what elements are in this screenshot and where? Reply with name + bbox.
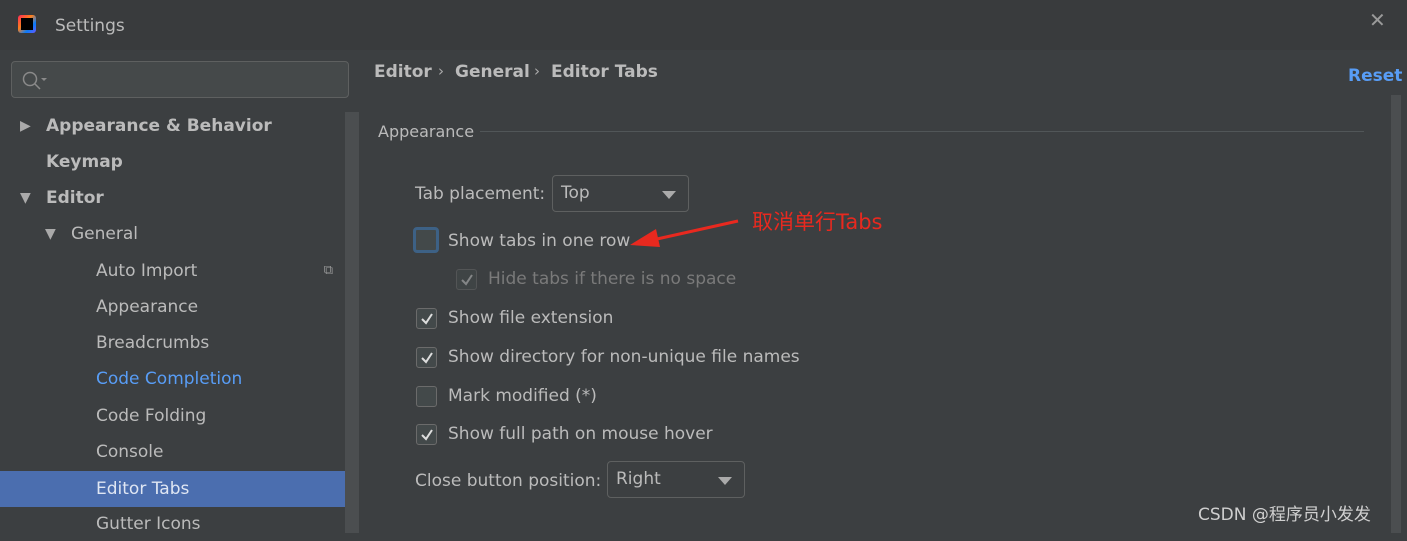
breadcrumb-separator-icon: › — [534, 62, 540, 80]
reset-link[interactable]: Reset — [1348, 66, 1402, 86]
window-title: Settings — [55, 16, 125, 36]
sidebar-item-label: Appearance & Behavior — [46, 116, 272, 136]
settings-content: Editor › General › Editor Tabs Reset App… — [360, 50, 1407, 533]
sidebar-item-label: Breadcrumbs — [96, 333, 210, 353]
annotation-arrow-icon — [630, 219, 739, 247]
search-input[interactable] — [11, 61, 349, 98]
close-button-position-value: Right — [616, 469, 661, 489]
sidebar-item-appearance[interactable]: Appearance — [96, 290, 198, 324]
sidebar-item-gutter-icons[interactable]: Gutter Icons — [96, 507, 201, 541]
section-divider — [480, 131, 1364, 132]
mark-modified-checkbox[interactable] — [416, 386, 437, 407]
tab-placement-label: Tab placement: — [415, 184, 546, 204]
show-full-path-checkbox[interactable] — [416, 424, 437, 445]
show-tabs-one-row-checkbox[interactable] — [413, 227, 439, 253]
hide-tabs-checkbox[interactable] — [456, 269, 477, 290]
sidebar-item-breadcrumbs[interactable]: Breadcrumbs — [96, 326, 209, 360]
show-full-path-label[interactable]: Show full path on mouse hover — [448, 424, 713, 444]
sidebar-item-general[interactable]: ▼ General — [45, 217, 138, 251]
checkmark-icon — [461, 274, 473, 286]
checkmark-icon — [421, 313, 433, 325]
copy-settings-icon: ⧉ — [323, 263, 333, 278]
sidebar-item-label: Gutter Icons — [96, 514, 201, 534]
sidebar-item-editor[interactable]: ▼ Editor — [20, 181, 104, 215]
watermark: CSDN @程序员小发发 — [1198, 505, 1371, 525]
sidebar-item-label: Editor Tabs — [96, 479, 190, 499]
hide-tabs-label[interactable]: Hide tabs if there is no space — [488, 269, 736, 289]
breadcrumb-separator-icon: › — [438, 62, 444, 80]
annotation-text: 取消单行Tabs — [752, 210, 883, 234]
sidebar-item-label: Auto Import — [96, 261, 198, 281]
close-icon[interactable]: ✕ — [1369, 8, 1386, 32]
collapse-arrow-icon[interactable]: ▼ — [20, 181, 31, 215]
title-bar: Settings ✕ — [0, 0, 1407, 50]
sidebar-item-code-completion[interactable]: Code Completion — [96, 362, 242, 396]
sidebar-item-editor-tabs[interactable]: Editor Tabs — [0, 471, 345, 507]
sidebar-item-label: Editor — [46, 188, 104, 208]
breadcrumb-editor-tabs: Editor Tabs — [551, 62, 658, 82]
sidebar-item-label: Keymap — [46, 152, 123, 172]
close-button-position-dropdown[interactable]: Right — [607, 461, 745, 498]
show-directory-checkbox[interactable] — [416, 347, 437, 368]
sidebar-item-label: General — [71, 224, 138, 244]
sidebar-item-console[interactable]: Console — [96, 435, 164, 469]
intellij-logo-icon — [18, 15, 36, 33]
breadcrumb-editor[interactable]: Editor — [374, 62, 432, 82]
breadcrumb-general[interactable]: General — [455, 62, 530, 82]
show-directory-label[interactable]: Show directory for non-unique file names — [448, 347, 800, 367]
close-button-position-label: Close button position: — [415, 471, 602, 491]
show-tabs-one-row-label[interactable]: Show tabs in one row — [448, 231, 630, 251]
chevron-down-icon — [662, 191, 676, 199]
sidebar-item-code-folding[interactable]: Code Folding — [96, 399, 206, 433]
sidebar-scrollbar[interactable] — [345, 112, 359, 533]
chevron-down-icon — [718, 477, 732, 485]
section-title: Appearance — [378, 122, 475, 141]
sidebar-item-keymap[interactable]: Keymap — [46, 145, 123, 179]
collapse-arrow-icon[interactable]: ▼ — [45, 217, 56, 251]
content-scrollbar[interactable] — [1391, 95, 1401, 533]
tab-placement-value: Top — [561, 183, 590, 203]
sidebar-item-appearance-behavior[interactable]: ▶ Appearance & Behavior — [20, 109, 272, 143]
expand-arrow-icon[interactable]: ▶ — [20, 109, 31, 143]
sidebar-item-label: Code Completion — [96, 369, 243, 389]
mark-modified-label[interactable]: Mark modified (*) — [448, 386, 597, 406]
settings-sidebar: ▶ Appearance & Behavior Keymap ▼ Editor ▼ G… — [0, 50, 360, 534]
tab-placement-dropdown[interactable]: Top — [552, 175, 689, 212]
search-icon — [22, 71, 47, 90]
sidebar-item-label: Console — [96, 442, 164, 462]
sidebar-item-label: Appearance — [96, 297, 199, 317]
show-file-extension-label[interactable]: Show file extension — [448, 308, 613, 328]
show-file-extension-checkbox[interactable] — [416, 308, 437, 329]
sidebar-item-auto-import[interactable]: Auto Import ⧉ — [96, 254, 345, 288]
checkmark-icon — [421, 352, 433, 364]
sidebar-item-label: Code Folding — [96, 406, 207, 426]
checkmark-icon — [421, 429, 433, 441]
